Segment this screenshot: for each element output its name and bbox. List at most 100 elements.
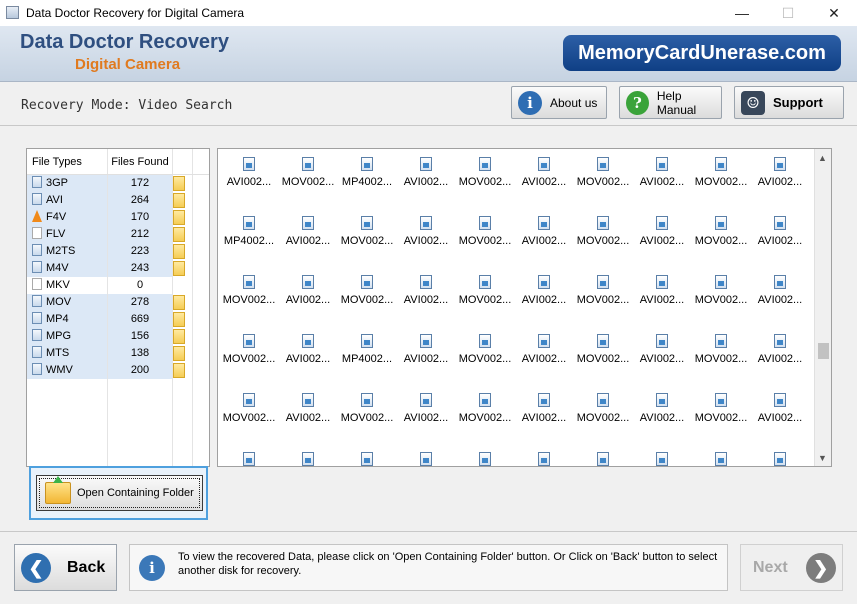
file-item[interactable]: MOV002...	[692, 334, 750, 365]
table-row[interactable]: M2TS 223	[27, 243, 209, 260]
folder-cell[interactable]	[173, 226, 193, 243]
folder-cell[interactable]	[173, 175, 193, 192]
support-button[interactable]: ☺ Support	[734, 86, 844, 119]
maximize-button[interactable]: ☐	[765, 0, 811, 26]
table-row[interactable]: MKV 0	[27, 277, 209, 294]
file-item[interactable]: MP4002...	[338, 334, 396, 365]
file-item[interactable]: AVI002...	[515, 275, 573, 306]
file-item[interactable]: AVI002...	[633, 393, 691, 424]
file-item[interactable]: AVI002...	[515, 393, 573, 424]
file-item[interactable]	[633, 452, 691, 466]
file-item[interactable]: AVI002...	[279, 393, 337, 424]
folder-icon[interactable]	[173, 312, 185, 327]
folder-cell[interactable]	[173, 328, 193, 345]
minimize-button[interactable]: —	[719, 0, 765, 26]
about-us-button[interactable]: i About us	[511, 86, 607, 119]
file-item[interactable]: MOV002...	[456, 216, 514, 247]
file-item[interactable]: AVI002...	[751, 393, 809, 424]
back-button[interactable]: ❮ Back	[14, 544, 117, 591]
file-item[interactable]: MOV002...	[574, 157, 632, 188]
folder-cell[interactable]	[173, 362, 193, 379]
file-types-table[interactable]: File Types Files Found 3GP 172 AVI 264 F4V 17…	[26, 148, 210, 467]
folder-icon[interactable]	[173, 244, 185, 259]
file-item[interactable]: MOV002...	[692, 216, 750, 247]
file-item[interactable]: AVI002...	[279, 216, 337, 247]
scroll-down-arrow-icon[interactable]: ▼	[818, 453, 827, 463]
file-item[interactable]: MOV002...	[456, 393, 514, 424]
file-item[interactable]: AVI002...	[279, 275, 337, 306]
file-item[interactable]: MOV002...	[456, 157, 514, 188]
file-item[interactable]: AVI002...	[633, 334, 691, 365]
file-item[interactable]: MOV002...	[692, 393, 750, 424]
file-item[interactable]: MP4002...	[220, 216, 278, 247]
file-item[interactable]: AVI002...	[397, 216, 455, 247]
vertical-scrollbar[interactable]: ▲ ▼	[814, 149, 831, 466]
file-item[interactable]: AVI002...	[633, 275, 691, 306]
folder-cell[interactable]	[173, 209, 193, 226]
file-item[interactable]: MOV002...	[338, 216, 396, 247]
file-item[interactable]: MOV002...	[279, 157, 337, 188]
table-row[interactable]: MPG 156	[27, 328, 209, 345]
folder-cell[interactable]	[173, 192, 193, 209]
file-item[interactable]: MOV002...	[574, 393, 632, 424]
open-containing-folder-button[interactable]: Open Containing Folder	[36, 475, 203, 511]
file-item[interactable]	[220, 452, 278, 466]
table-row[interactable]: MTS 138	[27, 345, 209, 362]
file-item[interactable]: AVI002...	[751, 275, 809, 306]
file-item[interactable]: MOV002...	[220, 275, 278, 306]
file-item[interactable]: AVI002...	[397, 334, 455, 365]
file-item[interactable]	[397, 452, 455, 466]
folder-cell[interactable]	[173, 294, 193, 311]
file-item[interactable]: AVI002...	[633, 157, 691, 188]
next-button[interactable]: Next ❯	[740, 544, 843, 591]
file-item[interactable]: MP4002...	[338, 157, 396, 188]
table-row[interactable]: WMV 200	[27, 362, 209, 379]
help-manual-button[interactable]: ? Help Manual	[619, 86, 722, 119]
scroll-thumb[interactable]	[818, 343, 829, 359]
table-row[interactable]: F4V 170	[27, 209, 209, 226]
table-row[interactable]: 3GP 172	[27, 175, 209, 192]
file-item[interactable]	[515, 452, 573, 466]
folder-icon[interactable]	[173, 329, 185, 344]
file-item[interactable]: MOV002...	[574, 275, 632, 306]
folder-cell[interactable]	[173, 311, 193, 328]
folder-cell[interactable]	[173, 260, 193, 277]
file-item[interactable]: AVI002...	[397, 393, 455, 424]
file-item[interactable]: AVI002...	[397, 275, 455, 306]
file-item[interactable]: AVI002...	[633, 216, 691, 247]
col-file-types[interactable]: File Types	[27, 149, 108, 174]
file-item[interactable]: MOV002...	[220, 334, 278, 365]
file-item[interactable]: AVI002...	[515, 216, 573, 247]
folder-icon[interactable]	[173, 227, 185, 242]
folder-icon[interactable]	[173, 363, 185, 378]
file-item[interactable]	[574, 452, 632, 466]
file-item[interactable]: AVI002...	[515, 157, 573, 188]
file-item[interactable]: MOV002...	[692, 275, 750, 306]
file-item[interactable]	[279, 452, 337, 466]
file-item[interactable]: MOV002...	[574, 334, 632, 365]
file-item[interactable]: MOV002...	[338, 393, 396, 424]
file-item[interactable]	[456, 452, 514, 466]
folder-cell[interactable]	[173, 345, 193, 362]
file-item[interactable]: AVI002...	[751, 216, 809, 247]
file-item[interactable]	[751, 452, 809, 466]
file-item[interactable]	[692, 452, 750, 466]
file-item[interactable]: AVI002...	[220, 157, 278, 188]
scroll-up-arrow-icon[interactable]: ▲	[818, 153, 827, 163]
folder-icon[interactable]	[173, 295, 185, 310]
file-item[interactable]: MOV002...	[456, 275, 514, 306]
table-row[interactable]: M4V 243	[27, 260, 209, 277]
recovered-files-list[interactable]: AVI002... MOV002... MP4002... AVI002... MOV0…	[217, 148, 832, 467]
file-item[interactable]: MOV002...	[692, 157, 750, 188]
file-item[interactable]: AVI002...	[279, 334, 337, 365]
file-item[interactable]: AVI002...	[751, 334, 809, 365]
folder-icon[interactable]	[173, 176, 185, 191]
folder-icon[interactable]	[173, 210, 185, 225]
folder-icon[interactable]	[173, 193, 185, 208]
table-row[interactable]: FLV 212	[27, 226, 209, 243]
folder-icon[interactable]	[173, 346, 185, 361]
folder-icon[interactable]	[173, 261, 185, 276]
file-item[interactable]: MOV002...	[220, 393, 278, 424]
file-item[interactable]: MOV002...	[456, 334, 514, 365]
col-files-found[interactable]: Files Found	[108, 149, 173, 174]
